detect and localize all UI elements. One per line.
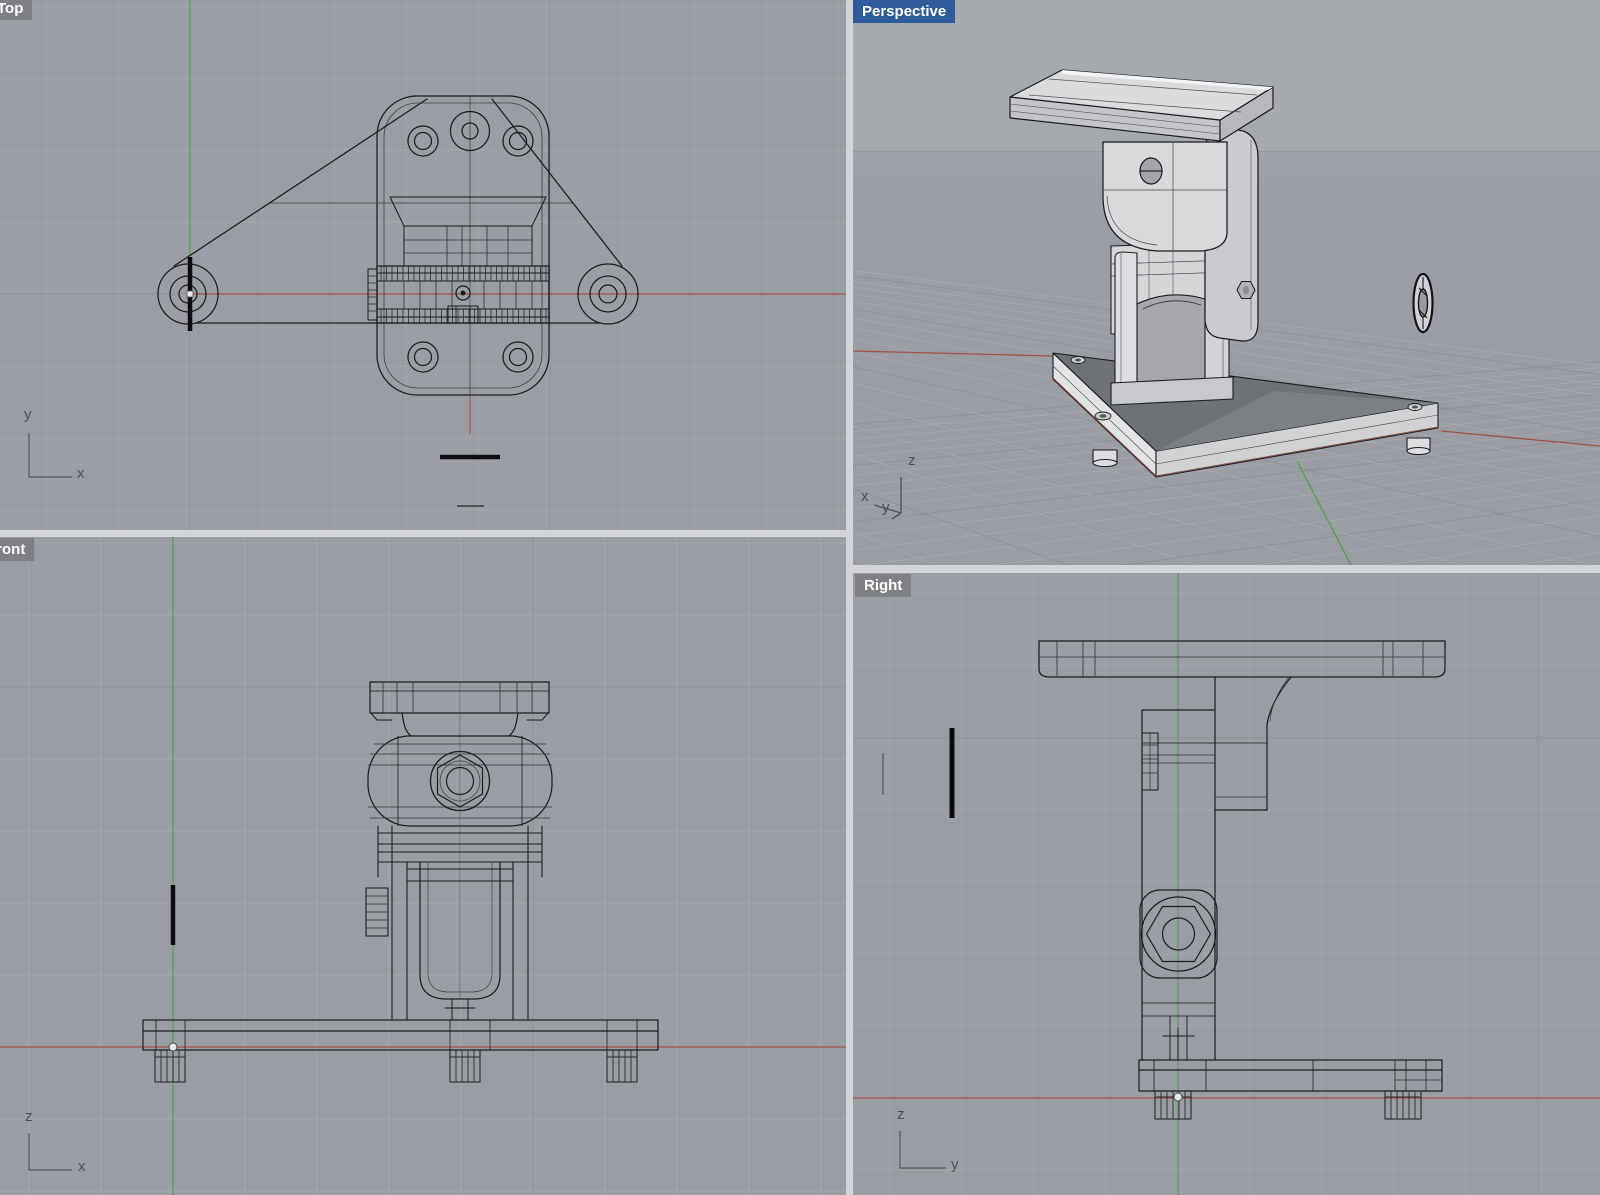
front-axis-x-label: x <box>78 1158 86 1175</box>
top-axis-indicator <box>28 433 72 478</box>
viewport-front[interactable]: Front z x <box>0 537 846 1195</box>
right-view-model <box>1038 640 1446 1120</box>
front-axis-z-label: z <box>25 1108 33 1125</box>
top-axis-lines <box>189 0 846 434</box>
viewport-perspective[interactable]: Perspective z x y <box>853 0 1600 565</box>
top-washer-edge <box>186 257 194 331</box>
top-view-model <box>157 95 639 396</box>
front-hatch-lines <box>154 895 638 1083</box>
perspective-axis-z-label: z <box>908 452 916 469</box>
cad-app-window: Top y x Perspective z x y ont z x Right … <box>0 0 1600 1195</box>
front-grid <box>0 537 846 1195</box>
viewport-right[interactable]: Right z y <box>853 573 1600 1195</box>
right-washer-edge <box>882 728 1183 1102</box>
front-view-model <box>142 681 659 1083</box>
right-grid <box>853 573 1600 1195</box>
front-axis-lines <box>0 537 846 1195</box>
perspective-axis-y-label: y <box>882 499 890 516</box>
front-axis-indicator <box>28 1133 72 1171</box>
top-grid <box>0 0 846 530</box>
viewport-label-perspective[interactable]: Perspective <box>853 0 956 23</box>
right-axis-y-label: y <box>951 1156 959 1173</box>
front-view-canvas <box>0 537 846 1195</box>
right-view-canvas <box>853 573 1600 1195</box>
viewport-label-top[interactable]: Top <box>0 0 33 20</box>
top-axis-y-label: y <box>24 406 32 423</box>
floating-washer <box>1412 272 1434 334</box>
viewport-label-front[interactable]: Front <box>0 538 35 561</box>
perspective-view-canvas <box>853 0 1600 565</box>
viewport-top[interactable]: Top y x <box>0 0 846 530</box>
perspective-axis-x-label: x <box>861 488 869 505</box>
viewport-label-right[interactable]: Right <box>855 574 912 597</box>
right-axis-z-label: z <box>897 1106 905 1123</box>
top-axis-x-label: x <box>77 465 85 482</box>
right-hatch-lines <box>1154 1090 1422 1120</box>
right-axis-indicator <box>899 1131 946 1169</box>
top-section-marks <box>440 454 500 507</box>
top-view-canvas <box>0 0 846 530</box>
